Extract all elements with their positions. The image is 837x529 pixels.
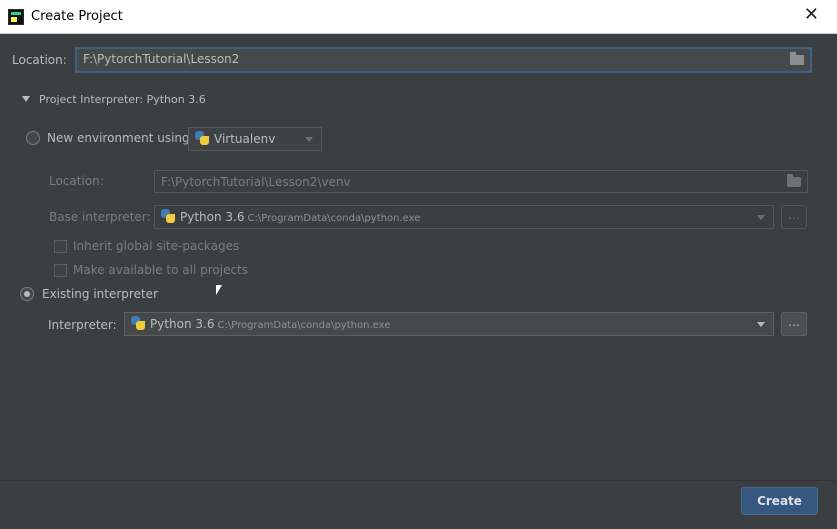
inherit-packages-checkbox[interactable] bbox=[54, 240, 67, 253]
existing-interpreter-radio[interactable] bbox=[20, 287, 34, 301]
base-interpreter-browse-button[interactable]: ... bbox=[781, 205, 807, 229]
make-available-checkbox[interactable] bbox=[54, 264, 67, 277]
chevron-down-icon bbox=[757, 215, 765, 220]
venv-location-value: F:\PytorchTutorial\Lesson2\venv bbox=[161, 175, 351, 189]
base-interpreter-label: Base interpreter: bbox=[49, 210, 151, 224]
make-available-label[interactable]: Make available to all projects bbox=[73, 263, 248, 277]
folder-icon[interactable] bbox=[787, 174, 801, 187]
venv-location-input[interactable]: F:\PytorchTutorial\Lesson2\venv bbox=[154, 170, 808, 193]
disclosure-triangle-icon[interactable] bbox=[22, 96, 30, 102]
mouse-cursor-icon bbox=[216, 285, 222, 295]
base-interpreter-dropdown[interactable]: Python 3.6 C:\ProgramData\conda\python.ex… bbox=[154, 205, 774, 229]
close-icon[interactable]: ✕ bbox=[804, 5, 819, 25]
location-label: Location: bbox=[12, 53, 67, 67]
environment-tool-dropdown[interactable]: Virtualenv bbox=[188, 127, 322, 151]
venv-location-label: Location: bbox=[49, 174, 104, 188]
inherit-packages-label[interactable]: Inherit global site-packages bbox=[73, 239, 239, 253]
title-bar: Create Project ✕ bbox=[0, 0, 837, 34]
base-interpreter-name: Python 3.6 bbox=[180, 210, 245, 224]
environment-tool-value: Virtualenv bbox=[214, 132, 276, 146]
footer-divider bbox=[0, 480, 837, 481]
python-icon bbox=[195, 131, 209, 145]
new-environment-radio[interactable] bbox=[26, 131, 40, 145]
interpreter-path: C:\ProgramData\conda\python.exe bbox=[217, 320, 391, 331]
location-value: F:\PytorchTutorial\Lesson2 bbox=[83, 52, 240, 66]
app-icon bbox=[8, 9, 24, 25]
interpreter-label: Interpreter: bbox=[48, 318, 117, 332]
location-input[interactable]: F:\PytorchTutorial\Lesson2 bbox=[75, 47, 812, 73]
existing-interpreter-label[interactable]: Existing interpreter bbox=[42, 287, 158, 301]
interpreter-browse-button[interactable]: ... bbox=[781, 312, 807, 336]
python-icon bbox=[131, 316, 145, 330]
interpreter-section-header[interactable]: Project Interpreter: Python 3.6 bbox=[39, 93, 206, 106]
base-interpreter-path: C:\ProgramData\conda\python.exe bbox=[247, 213, 421, 224]
window-title: Create Project bbox=[31, 9, 123, 24]
chevron-down-icon bbox=[305, 137, 313, 142]
python-icon bbox=[161, 209, 175, 223]
chevron-down-icon bbox=[757, 322, 765, 327]
interpreter-name: Python 3.6 bbox=[150, 317, 215, 331]
new-environment-label[interactable]: New environment using bbox=[47, 131, 190, 145]
folder-icon[interactable] bbox=[790, 52, 804, 65]
create-button[interactable]: Create bbox=[741, 487, 818, 515]
interpreter-dropdown[interactable]: Python 3.6 C:\ProgramData\conda\python.ex… bbox=[124, 312, 774, 336]
